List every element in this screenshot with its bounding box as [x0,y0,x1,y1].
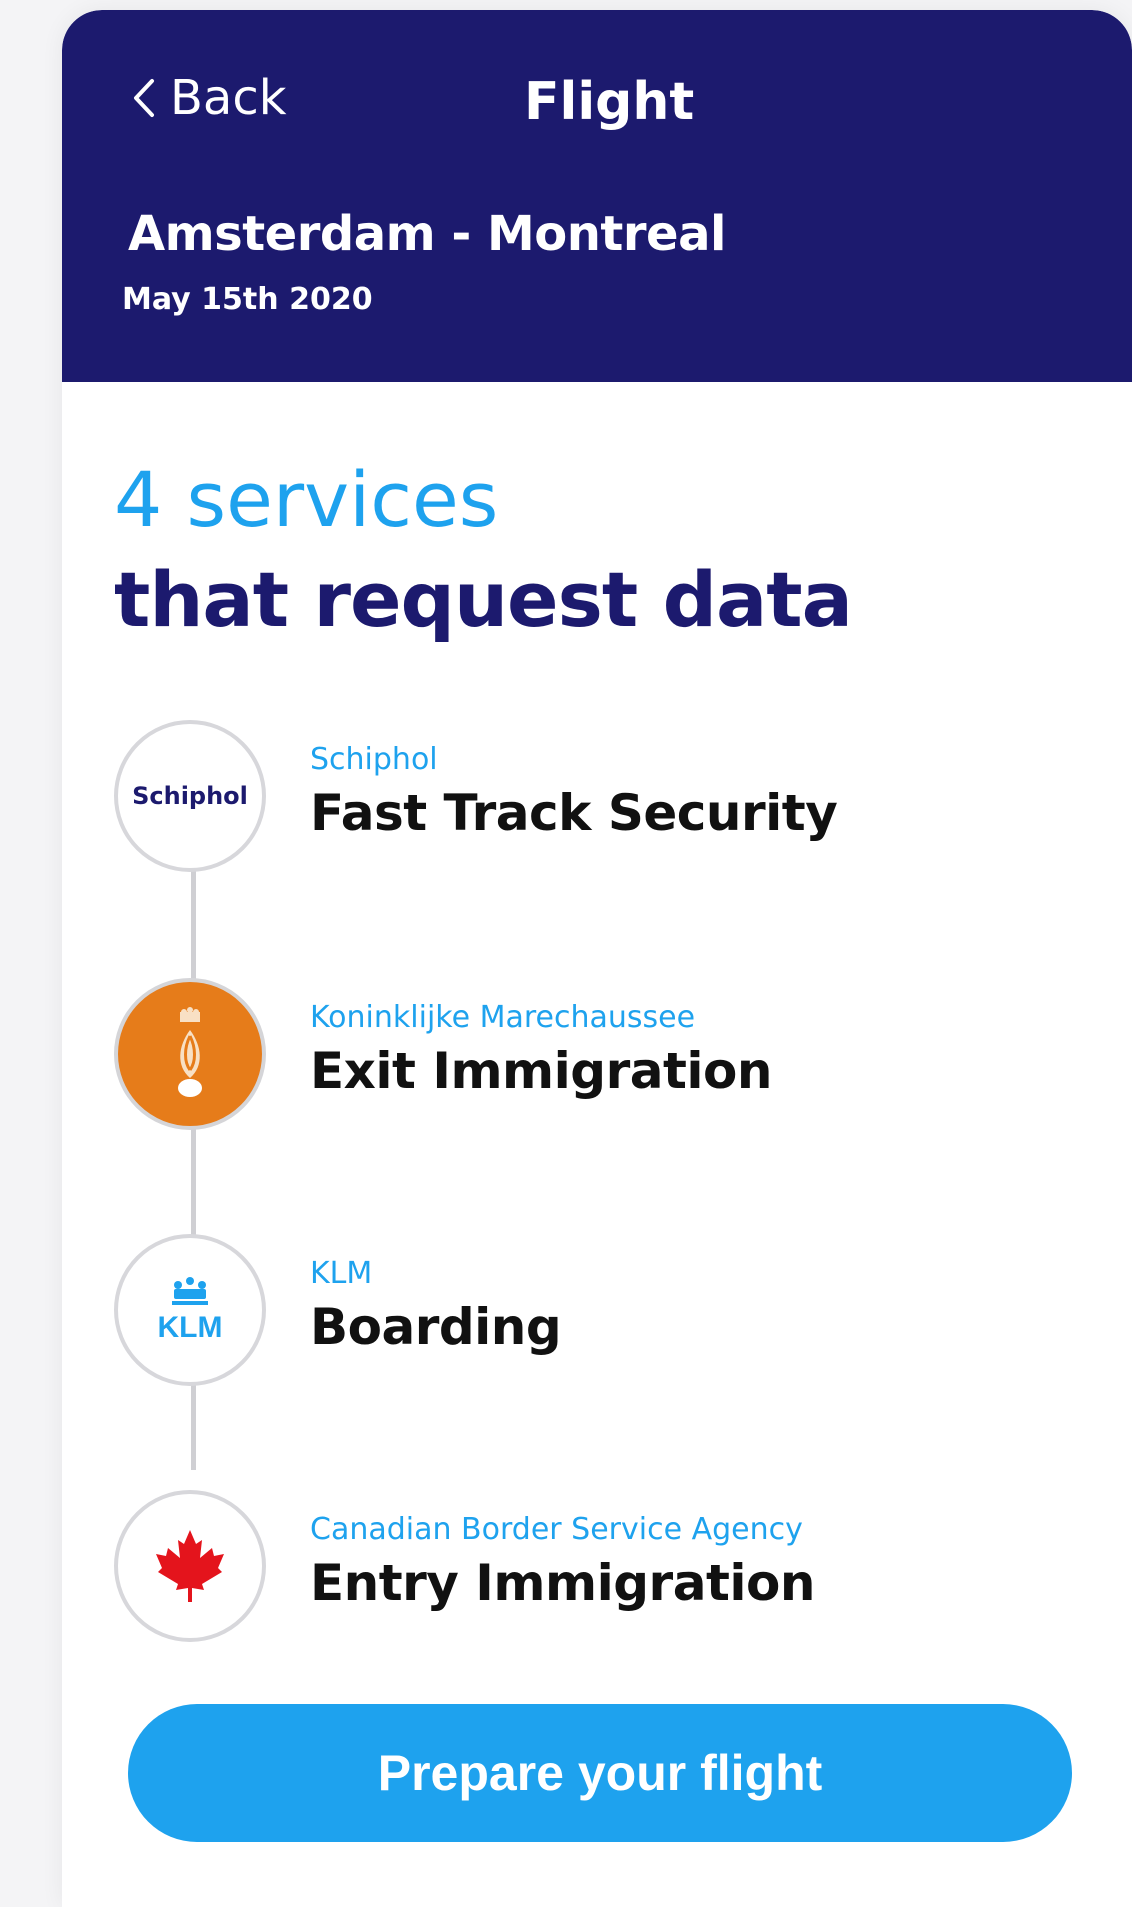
schiphol-logo-text: Schiphol [132,782,248,810]
schiphol-logo: Schiphol [114,720,266,872]
service-org: Schiphol [310,742,438,777]
services-headline: 4 services that request data [114,450,853,650]
service-item-exit-immigration[interactable]: Koninklijke Marechaussee Exit Immigratio… [114,978,1014,1138]
prepare-flight-button[interactable]: Prepare your flight [128,1704,1072,1842]
klm-logo-icon: KLM [158,1277,223,1344]
service-name: Boarding [310,1298,562,1356]
service-item-fast-track-security[interactable]: Schiphol Schiphol Fast Track Security [114,720,1014,880]
service-item-boarding[interactable]: KLM KLM Boarding [114,1234,1014,1394]
flight-header: Back Flight Amsterdam - Montreal May 15t… [62,10,1132,382]
services-count: 4 services [114,455,499,544]
service-org: Canadian Border Service Agency [310,1512,803,1547]
back-button[interactable]: Back [126,70,287,126]
back-label: Back [170,70,287,126]
flight-date: May 15th 2020 [122,282,373,317]
klm-logo-text: KLM [158,1311,223,1344]
service-org: Koninklijke Marechaussee [310,1000,696,1035]
marechaussee-emblem [114,978,266,1130]
service-name: Entry Immigration [310,1554,815,1612]
services-timeline: Schiphol Schiphol Fast Track Security Ko… [114,720,1074,1660]
service-name: Fast Track Security [310,784,838,842]
service-org: KLM [310,1256,373,1291]
maple-leaf-icon [156,1530,224,1602]
klm-logo: KLM [114,1234,266,1386]
service-item-entry-immigration[interactable]: Canadian Border Service Agency Entry Imm… [114,1490,1014,1650]
service-name: Exit Immigration [310,1042,772,1100]
marechaussee-emblem-icon [178,1007,202,1097]
flight-route: Amsterdam - Montreal [128,206,726,262]
cbsa-logo [114,1490,266,1642]
chevron-left-icon [134,79,154,117]
page-title: Flight [524,72,695,132]
flight-card: Back Flight Amsterdam - Montreal May 15t… [62,10,1132,1907]
services-subtitle: that request data [114,555,853,644]
